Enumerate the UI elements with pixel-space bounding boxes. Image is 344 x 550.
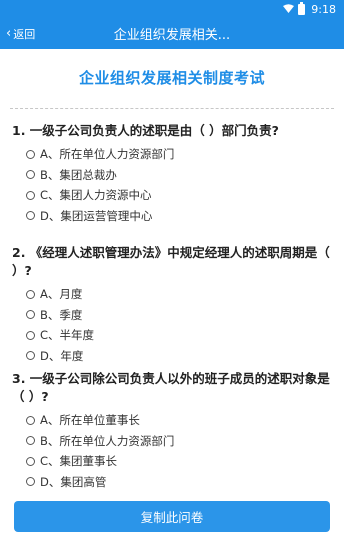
option-label: A、所在单位人力资源部门 [40, 147, 175, 162]
app-bar: ‹ 返回 企业组织发展相关... [0, 18, 344, 49]
radio-icon[interactable] [26, 211, 35, 221]
option-b[interactable]: B、所在单位人力资源部门 [12, 431, 334, 452]
radio-icon[interactable] [26, 190, 35, 200]
option-label: C、集团人力资源中心 [40, 188, 152, 203]
option-d[interactable]: D、年度 [12, 346, 334, 367]
chevron-left-icon: ‹ [6, 26, 12, 41]
status-time: 9:18 [311, 2, 336, 16]
option-a[interactable]: A、月度 [12, 284, 334, 305]
radio-icon[interactable] [26, 456, 35, 466]
radio-icon[interactable] [26, 351, 35, 361]
back-button[interactable]: ‹ 返回 [2, 18, 39, 49]
option-label: C、集团董事长 [40, 454, 118, 469]
option-a[interactable]: A、所在单位人力资源部门 [12, 144, 334, 165]
radio-icon[interactable] [26, 289, 35, 299]
option-d[interactable]: D、集团高管 [12, 472, 334, 493]
option-a[interactable]: A、所在单位董事长 [12, 410, 334, 431]
option-b[interactable]: B、季度 [12, 305, 334, 326]
option-label: B、季度 [40, 307, 83, 322]
back-label: 返回 [13, 27, 36, 41]
question-2: 2. 《经理人述职管理办法》中规定经理人的述职周期是（ ）? A、月度 B、季度… [12, 244, 334, 366]
copy-questionnaire-button[interactable]: 复制此问卷 [14, 501, 330, 532]
radio-icon[interactable] [26, 477, 35, 487]
radio-icon[interactable] [26, 170, 35, 180]
radio-icon[interactable] [26, 436, 35, 446]
option-label: B、集团总裁办 [40, 167, 117, 182]
option-label: C、半年度 [40, 328, 95, 343]
option-label: A、月度 [40, 287, 83, 302]
radio-icon[interactable] [26, 415, 35, 425]
question-3: 3. 一级子公司除公司负责人以外的班子成员的述职对象是（ ）? A、所在单位董事… [12, 370, 334, 492]
wifi-icon [283, 3, 295, 16]
option-label: B、所在单位人力资源部门 [40, 433, 175, 448]
question-text: 3. 一级子公司除公司负责人以外的班子成员的述职对象是（ ）? [12, 371, 330, 404]
option-label: D、年度 [40, 348, 84, 363]
option-b[interactable]: B、集团总裁办 [12, 165, 334, 186]
radio-icon[interactable] [26, 149, 35, 159]
question-text: 2. 《经理人述职管理办法》中规定经理人的述职周期是（ ）? [12, 245, 330, 278]
exam-title: 企业组织发展相关制度考试 [78, 69, 265, 87]
question-1: 1. 一级子公司负责人的述职是由（ ）部门负责? A、所在单位人力资源部门 B、… [12, 122, 334, 226]
page-title: 企业组织发展相关... [113, 28, 231, 43]
option-label: A、所在单位董事长 [40, 413, 140, 428]
option-c[interactable]: C、集团董事长 [12, 451, 334, 472]
option-label: D、集团高管 [40, 474, 107, 489]
battery-icon [298, 1, 306, 15]
divider [10, 108, 334, 109]
option-d[interactable]: D、集团运营管理中心 [12, 206, 334, 227]
status-bar: 9:18 [0, 0, 344, 18]
option-c[interactable]: C、半年度 [12, 325, 334, 346]
radio-icon[interactable] [26, 330, 35, 340]
question-text: 1. 一级子公司负责人的述职是由（ ）部门负责? [12, 123, 279, 138]
option-label: D、集团运营管理中心 [40, 208, 153, 223]
option-c[interactable]: C、集团人力资源中心 [12, 185, 334, 206]
radio-icon[interactable] [26, 310, 35, 320]
